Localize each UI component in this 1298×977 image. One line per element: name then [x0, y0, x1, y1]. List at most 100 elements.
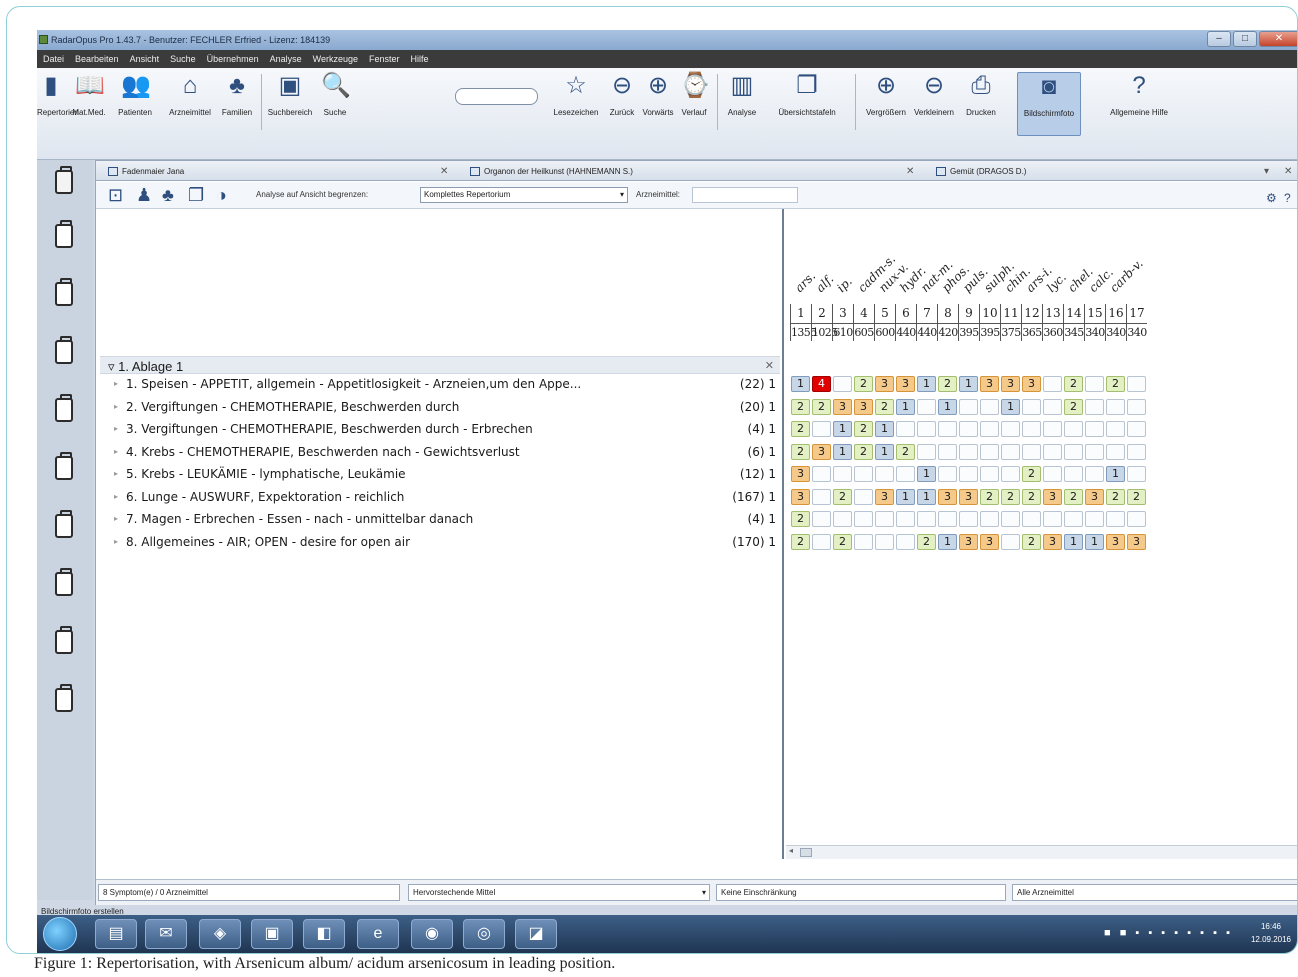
menu-bearbeiten[interactable]: Bearbeiten: [75, 50, 119, 68]
grade-cell[interactable]: [812, 466, 831, 482]
grade-cell[interactable]: [980, 443, 999, 460]
tab-patient[interactable]: Fadenmaier Jana: [104, 163, 184, 180]
rubric-row[interactable]: ▸ 8. Allgemeines - AIR; OPEN - desire for…: [114, 534, 780, 554]
grade-cell[interactable]: [980, 421, 999, 437]
maximize-button[interactable]: □: [1233, 31, 1257, 47]
grade-cell[interactable]: 3: [812, 443, 831, 460]
expand-arrow-icon[interactable]: ▸: [114, 379, 118, 388]
grade-cell[interactable]: [938, 443, 957, 460]
grade-cell[interactable]: 1: [1064, 533, 1083, 550]
grade-cell[interactable]: 2: [791, 421, 810, 437]
grade-cell[interactable]: [1022, 398, 1041, 415]
grade-cell[interactable]: 2: [1106, 376, 1125, 392]
grade-cell[interactable]: [896, 466, 915, 482]
grade-cell[interactable]: 3: [1001, 376, 1020, 392]
grade-cell[interactable]: [1043, 466, 1062, 482]
grade-cell[interactable]: 3: [875, 376, 894, 392]
grade-cell[interactable]: [1127, 466, 1146, 482]
clipboard-icon[interactable]: [55, 278, 73, 306]
grade-cell[interactable]: 1: [917, 466, 936, 482]
help-circle-icon[interactable]: ?: [1284, 188, 1291, 208]
repertory-select[interactable]: Komplettes Repertorium ▾: [420, 187, 628, 203]
grade-cell[interactable]: [938, 466, 957, 482]
grade-cell[interactable]: 2: [1001, 488, 1020, 505]
grade-cell[interactable]: 2: [1064, 398, 1083, 415]
grade-cell[interactable]: [1085, 421, 1104, 437]
grade-cell[interactable]: [917, 398, 936, 415]
grade-cell[interactable]: [1085, 398, 1104, 415]
grade-cell[interactable]: 2: [1022, 466, 1041, 482]
bildschirmfoto-button[interactable]: ◙ Bildschirmfoto: [1017, 72, 1081, 136]
close-tab-icon[interactable]: ✕: [1284, 163, 1292, 180]
grade-cell[interactable]: [1043, 443, 1062, 460]
grade-cell[interactable]: 2: [833, 488, 852, 505]
grade-cell[interactable]: [959, 421, 978, 437]
grade-cell[interactable]: [875, 511, 894, 527]
grade-cell[interactable]: 1: [938, 398, 957, 415]
rubric-row[interactable]: ▸ 1. Speisen - APPETIT, allgemein - Appet…: [114, 376, 780, 396]
grade-cell[interactable]: 2: [1106, 488, 1125, 505]
menu-fenster[interactable]: Fenster: [369, 50, 400, 68]
system-tray[interactable]: ■ ■ ▪ ▪ ▪ ▪ ▪ ▪ ▪ ▪: [1104, 927, 1233, 939]
grade-cell[interactable]: 2: [791, 511, 810, 527]
grade-cell[interactable]: [917, 421, 936, 437]
grade-cell[interactable]: [938, 511, 957, 527]
grade-cell[interactable]: 1: [959, 376, 978, 392]
expand-arrow-icon[interactable]: ▸: [114, 447, 118, 456]
scroll-thumb[interactable]: [800, 848, 812, 857]
grade-cell[interactable]: 2: [1064, 376, 1083, 392]
grade-cell[interactable]: [1106, 398, 1125, 415]
grade-cell[interactable]: [875, 533, 894, 550]
grade-cell[interactable]: 3: [980, 376, 999, 392]
grade-cell[interactable]: [1064, 421, 1083, 437]
grade-cell[interactable]: [833, 376, 852, 392]
close-tab-icon[interactable]: ✕: [440, 163, 448, 180]
analyse-button[interactable]: ▥ Analyse: [725, 72, 759, 136]
clipboard-active-icon[interactable]: [55, 166, 73, 194]
expand-arrow-icon[interactable]: ▸: [114, 402, 118, 411]
grade-cell[interactable]: 2: [980, 488, 999, 505]
grade-cell[interactable]: 1: [1085, 533, 1104, 550]
grade-cell[interactable]: [1106, 443, 1125, 460]
grade-cell[interactable]: [1106, 511, 1125, 527]
grade-cell[interactable]: 1: [938, 533, 957, 550]
grade-cell[interactable]: 2: [917, 533, 936, 550]
grade-cell[interactable]: [1064, 443, 1083, 460]
powerpoint-taskbar-icon[interactable]: ▣: [251, 919, 293, 949]
grade-cell[interactable]: [959, 443, 978, 460]
grade-cell[interactable]: 2: [854, 376, 873, 392]
layout-icon[interactable]: ⊡: [108, 185, 123, 205]
grade-cell[interactable]: [1001, 466, 1020, 482]
remedies-filter-field[interactable]: Alle Arzneimittel: [1012, 884, 1297, 901]
clipboard-icon[interactable]: [55, 220, 73, 248]
grade-cell[interactable]: [812, 421, 831, 437]
grade-cell[interactable]: 3: [959, 533, 978, 550]
menu-datei[interactable]: Datei: [43, 50, 64, 68]
scroll-left-icon[interactable]: ◂: [789, 846, 793, 855]
start-button[interactable]: [43, 917, 77, 951]
grade-cell[interactable]: 2: [833, 533, 852, 550]
zurueck-button[interactable]: ⊖ Zurück: [607, 72, 637, 136]
grade-cell[interactable]: [854, 488, 873, 505]
suchbereich-button[interactable]: ▣ Suchbereich: [267, 72, 313, 136]
grade-cell[interactable]: [1001, 421, 1020, 437]
tab-organon[interactable]: Organon der Heilkunst (HAHNEMANN S.): [466, 163, 633, 180]
grade-cell[interactable]: 2: [791, 533, 810, 550]
grade-cell[interactable]: [833, 466, 852, 482]
grade-cell[interactable]: [875, 466, 894, 482]
grade-cell[interactable]: 1: [833, 421, 852, 437]
grade-cell[interactable]: 2: [812, 398, 831, 415]
grade-cell[interactable]: [1127, 398, 1146, 415]
menu-hilfe[interactable]: Hilfe: [411, 50, 429, 68]
grade-cell[interactable]: [1001, 443, 1020, 460]
clipboard-icon[interactable]: [55, 394, 73, 422]
arzneimittel-button[interactable]: ⌂ Arzneimittel: [167, 72, 213, 136]
expand-arrow-icon[interactable]: ▸: [114, 469, 118, 478]
clipboard-icon[interactable]: [55, 336, 73, 364]
menu-uebernehmen[interactable]: Übernehmen: [207, 50, 259, 68]
grade-cell[interactable]: 1: [1001, 398, 1020, 415]
grade-cell[interactable]: 1: [896, 398, 915, 415]
grade-cell[interactable]: 1: [833, 443, 852, 460]
expand-arrow-icon[interactable]: ▸: [114, 424, 118, 433]
grade-cell[interactable]: [854, 511, 873, 527]
